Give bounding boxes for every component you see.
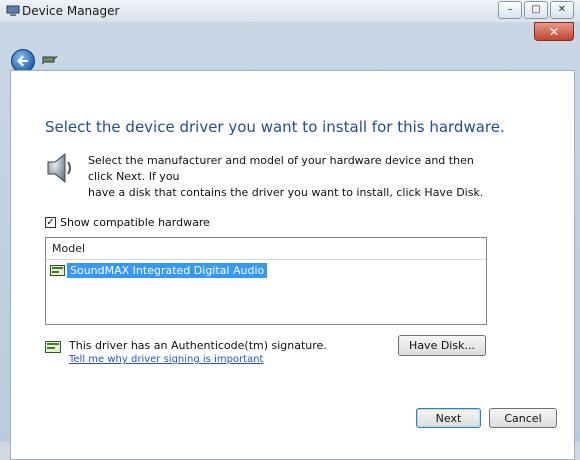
wizard-content-panel: Select the device driver you want to ins…	[10, 70, 575, 460]
speaker-icon	[47, 152, 71, 184]
next-button[interactable]: Next	[416, 408, 481, 428]
minimize-button[interactable]: –	[498, 1, 522, 19]
signature-text: This driver has an Authenticode(tm) sign…	[69, 339, 327, 352]
model-column-header[interactable]: Model	[46, 238, 486, 260]
instructions-line-1: Select the manufacturer and model of you…	[88, 154, 474, 183]
model-listbox[interactable]: Model SoundMAX Integrated Digital Audio	[45, 237, 487, 325]
window-close-button[interactable]: ✕	[550, 1, 574, 19]
driver-icon	[50, 265, 65, 276]
back-arrow-icon	[17, 55, 28, 67]
certificate-icon	[45, 341, 61, 353]
instructions-text: Select the manufacturer and model of you…	[88, 153, 488, 201]
show-compatible-row[interactable]: ✓ Show compatible hardware	[45, 216, 210, 229]
computer-icon	[6, 5, 20, 16]
hardware-wizard-icon	[42, 55, 58, 65]
show-compatible-label[interactable]: Show compatible hardware	[60, 216, 210, 229]
list-item[interactable]: SoundMAX Integrated Digital Audio	[50, 263, 268, 278]
list-item-label[interactable]: SoundMAX Integrated Digital Audio	[67, 263, 268, 278]
wizard-close-button[interactable]: ✕	[534, 22, 574, 41]
maximize-button[interactable]: □	[524, 1, 548, 19]
driver-signing-link[interactable]: Tell me why driver signing is important	[69, 354, 263, 365]
cancel-button[interactable]: Cancel	[489, 408, 557, 428]
window-title: Device Manager	[22, 4, 120, 18]
page-title: Select the device driver you want to ins…	[45, 118, 505, 136]
update-driver-wizard: ✕ Select the device driver you want to i…	[0, 22, 580, 460]
have-disk-button[interactable]: Have Disk...	[398, 335, 486, 356]
show-compatible-checkbox[interactable]: ✓	[45, 217, 56, 228]
window-controls: – □ ✕	[498, 1, 574, 19]
instructions-line-2: have a disk that contains the driver you…	[88, 186, 484, 199]
